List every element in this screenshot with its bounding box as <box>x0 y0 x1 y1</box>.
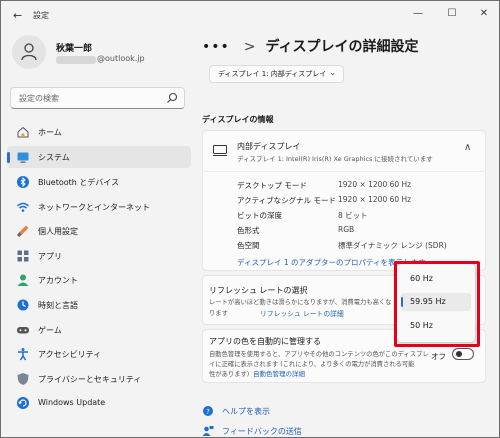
chevron-up-icon[interactable]: ∧ <box>464 142 471 153</box>
accessibility-icon <box>18 348 28 361</box>
sidebar-item-accounts[interactable]: アカウント <box>7 269 191 291</box>
toggle-state-label: オフ <box>431 352 446 361</box>
sidebar-item-label: アクセシビリティ <box>38 350 102 359</box>
home-icon <box>17 126 29 138</box>
info-key: デスクトップ モード <box>237 181 307 190</box>
chevron-right-icon: > <box>243 39 256 55</box>
info-value: 1920 × 1200 60 Hz <box>338 180 412 189</box>
active-indicator <box>7 152 10 163</box>
divider <box>202 171 486 172</box>
highlight-box <box>394 261 480 347</box>
sidebar-item-personalization[interactable]: 個人用設定 <box>7 220 191 242</box>
feedback-link[interactable]: フィードバックの送信 <box>222 426 302 437</box>
apps-icon <box>17 250 29 262</box>
auto-color-description: 性があります) <box>209 371 250 378</box>
auto-color-description: イに正確に表示されます (これにより、より多くの電力が消費される可能 <box>209 361 415 368</box>
sidebar-item-apps[interactable]: アプリ <box>7 245 191 267</box>
system-icon <box>17 152 29 163</box>
paintbrush-icon <box>17 225 29 237</box>
auto-color-description: 自動色管理を使用すると、アプリやその他のコンテンツの色がこのディスプレ <box>209 351 429 358</box>
refresh-rate-details-link[interactable]: リフレッシュ レートの詳細 <box>260 308 344 318</box>
update-icon <box>17 397 29 409</box>
chevron-down-icon: ⌄ <box>329 68 336 77</box>
breadcrumb: ••• > ディスプレイの詳細設定 <box>202 36 419 56</box>
info-value: 8 ビット <box>338 211 368 220</box>
refresh-rate-description: レートが高いほど動きは滑らかになりますが、消費電力も高くな <box>209 299 392 306</box>
sidebar-item-label: Bluetooth とデバイス <box>38 178 120 187</box>
sidebar-item-label: 個人用設定 <box>38 227 78 236</box>
info-key: ビットの深度 <box>237 211 282 220</box>
title-bar: ← 設定 — ☐ ✕ <box>1 1 499 31</box>
auto-color-toggle[interactable] <box>452 348 474 360</box>
info-key: アクティブなシグナル モード <box>237 196 337 205</box>
sidebar-item-network[interactable]: ネットワークとインターネット <box>7 196 191 218</box>
sidebar-item-label: ネットワークとインターネット <box>38 203 150 212</box>
toggle-knob <box>456 351 462 357</box>
clock-icon <box>17 299 29 311</box>
sidebar-item-home[interactable]: ホーム <box>7 121 191 143</box>
user-name: 秋葉一郎 <box>56 44 93 54</box>
wifi-icon <box>16 202 30 212</box>
refresh-rate-description-line2: ります <box>209 310 228 317</box>
sidebar-item-privacy[interactable]: プライバシーとセキュリティ <box>7 368 191 390</box>
info-key: 色形式 <box>237 226 260 235</box>
svg-text:?: ? <box>206 408 210 416</box>
info-value: 標準ダイナミック レンジ (SDR) <box>338 241 447 250</box>
display-select-value: ディスプレイ 1: 内部ディスプレイ <box>218 70 327 78</box>
feedback-icon <box>202 426 214 436</box>
help-icon: ? <box>203 406 213 416</box>
sidebar-item-accessibility[interactable]: アクセシビリティ <box>7 343 191 365</box>
game-icon <box>17 327 29 334</box>
maximize-button[interactable]: ☐ <box>441 6 463 22</box>
search-icon <box>167 92 178 103</box>
sidebar-item-label: アプリ <box>38 252 62 261</box>
sidebar-item-gaming[interactable]: ゲーム <box>7 319 191 341</box>
sidebar-item-label: 時刻と言語 <box>38 301 78 310</box>
user-icon <box>21 43 37 61</box>
info-key: 色空間 <box>237 241 260 250</box>
email-redaction <box>56 56 96 64</box>
search-placeholder: 設定の検索 <box>19 94 59 103</box>
sidebar-item-windows-update[interactable]: Windows Update <box>7 392 191 414</box>
sidebar-item-label: システム <box>38 153 70 162</box>
sidebar-item-label: ゲーム <box>38 326 62 335</box>
back-arrow-icon[interactable]: ← <box>13 9 22 22</box>
account-icon <box>17 274 29 286</box>
monitor-icon <box>213 145 227 156</box>
sidebar-item-system[interactable]: システム <box>7 146 191 168</box>
sidebar-item-label: プライバシーとセキュリティ <box>38 375 142 384</box>
get-help-link[interactable]: ヘルプを表示 <box>222 406 270 417</box>
page-title: ディスプレイの詳細設定 <box>265 39 419 55</box>
auto-color-title: アプリの色を自動的に管理する <box>209 337 321 346</box>
sidebar-item-label: Windows Update <box>38 398 106 407</box>
sidebar-item-time-language[interactable]: 時刻と言語 <box>7 294 191 316</box>
user-email: @outlook.jp <box>97 54 145 63</box>
sidebar-item-label: アカウント <box>38 276 78 285</box>
display-name: 内部ディスプレイ <box>237 142 301 151</box>
bluetooth-icon <box>17 176 29 188</box>
settings-window: ← 設定 — ☐ ✕ 秋葉一郎 @outlook.jp 設定の検索 ホーム シス… <box>1 1 499 437</box>
info-value: 1920 × 1200 60 Hz <box>338 195 412 204</box>
auto-color-details-link[interactable]: 自動色管理の詳細 <box>253 368 305 378</box>
search-input[interactable]: 設定の検索 <box>10 87 185 109</box>
breadcrumb-overflow-button[interactable]: ••• <box>202 39 230 55</box>
shield-icon <box>17 373 29 385</box>
minimize-button[interactable]: — <box>407 6 429 22</box>
display-adapter-text: ディスプレイ 1: Intel(R) Iris(R) Xe Graphics に… <box>237 155 433 163</box>
section-heading: ディスプレイの情報 <box>202 115 274 124</box>
refresh-rate-title: リフレッシュ レートの選択 <box>209 286 308 295</box>
sidebar-item-label: ホーム <box>38 128 62 137</box>
avatar[interactable] <box>12 35 46 69</box>
sidebar-item-bluetooth[interactable]: Bluetooth とデバイス <box>7 171 191 193</box>
window-title: 設定 <box>33 11 49 20</box>
close-button[interactable]: ✕ <box>473 6 495 22</box>
info-value: RGB <box>338 225 355 234</box>
display-select[interactable]: ディスプレイ 1: 内部ディスプレイ ⌄ <box>209 65 344 83</box>
